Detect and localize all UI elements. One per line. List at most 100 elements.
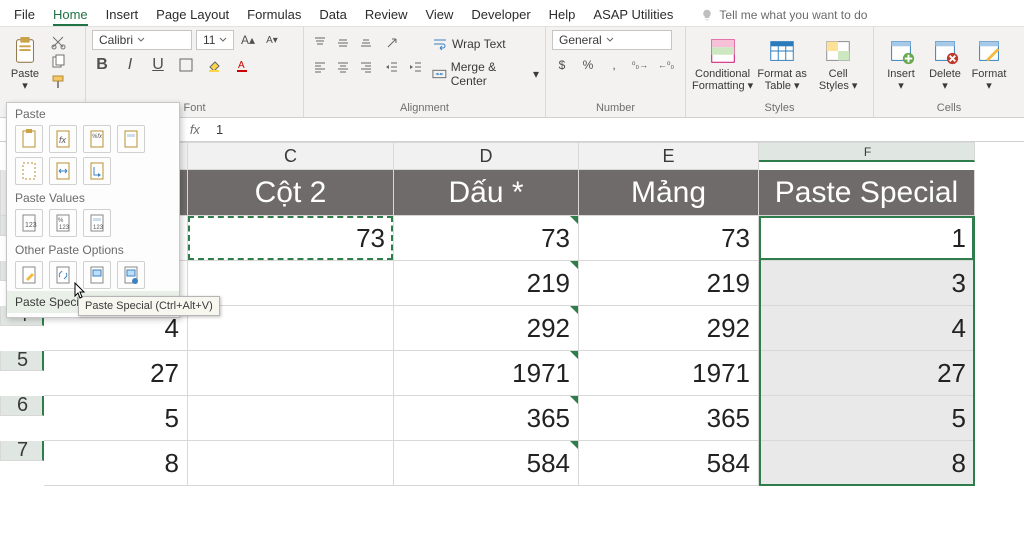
col-header-D[interactable]: D [394,142,579,170]
cell-F6[interactable]: 5 [759,396,975,441]
tab-page-layout[interactable]: Page Layout [156,4,229,26]
paste-transpose-icon[interactable] [83,157,111,185]
cell-D7[interactable]: 584 [394,441,579,486]
paste-values-number-icon[interactable]: %123 [49,209,77,237]
tab-developer[interactable]: Developer [471,4,530,26]
cell-C5[interactable] [188,351,394,396]
align-left-icon[interactable] [310,58,330,76]
col-header-F[interactable]: F [759,142,975,162]
merge-center-button[interactable]: Merge & Center ▾ [432,60,539,88]
row-header-6[interactable]: 6 [0,396,44,416]
row-header-5[interactable]: 5 [0,351,44,371]
tab-data[interactable]: Data [319,4,346,26]
cell-D1[interactable]: Dấu * [394,170,579,216]
row-header-7[interactable]: 7 [0,441,44,461]
cell-E6[interactable]: 365 [579,396,759,441]
paste-picture-icon[interactable] [83,261,111,289]
fill-color-icon[interactable] [204,56,224,74]
cell-F2[interactable]: 1 [759,216,975,261]
cell-B6[interactable]: 5 [44,396,188,441]
format-as-table-button[interactable]: Format asTable ▾ [755,30,809,92]
align-center-icon[interactable] [333,58,353,76]
paste-formulas-number-icon[interactable]: %fx [83,125,111,153]
accounting-format-icon[interactable]: $ [552,56,572,74]
tab-formulas[interactable]: Formulas [247,4,301,26]
increase-font-icon[interactable]: A▴ [238,31,258,49]
cell-B7[interactable]: 8 [44,441,188,486]
paste-all-icon[interactable] [15,125,43,153]
insert-cells-button[interactable]: Insert▾ [880,30,922,92]
tab-help[interactable]: Help [549,4,576,26]
paste-keep-source-icon[interactable] [117,125,145,153]
wrap-text-button[interactable]: Wrap Text [432,36,539,52]
cell-D2[interactable]: 73 [394,216,579,261]
underline-button[interactable]: U [148,56,168,74]
orientation-icon[interactable] [382,34,402,52]
decrease-indent-icon[interactable] [382,58,402,76]
format-cells-button[interactable]: Format▾ [968,30,1010,92]
cut-icon[interactable] [50,34,66,50]
percent-format-icon[interactable]: % [578,56,598,74]
paste-values-source-icon[interactable]: 123 [83,209,111,237]
paste-keep-widths-icon[interactable] [49,157,77,185]
paste-link-icon[interactable] [49,261,77,289]
paste-values-icon[interactable]: 123 [15,209,43,237]
paste-formatting-icon[interactable] [15,261,43,289]
bold-button[interactable]: B [92,56,112,74]
tab-insert[interactable]: Insert [106,4,139,26]
align-bottom-icon[interactable] [356,34,376,52]
cell-C2[interactable]: 73 [188,216,394,261]
cell-E5[interactable]: 1971 [579,351,759,396]
col-header-E[interactable]: E [579,142,759,170]
decrease-font-icon[interactable]: A▾ [262,31,282,49]
cell-C1[interactable]: Cột 2 [188,170,394,216]
paste-linked-picture-icon[interactable] [117,261,145,289]
tab-home[interactable]: Home [53,4,88,26]
cell-F7[interactable]: 8 [759,441,975,486]
paste-no-borders-icon[interactable] [15,157,43,185]
cell-E7[interactable]: 584 [579,441,759,486]
increase-decimal-icon[interactable]: ⁰₀→ [630,56,650,74]
tab-review[interactable]: Review [365,4,408,26]
formula-input[interactable]: 1 [210,122,229,137]
cell-F4[interactable]: 4 [759,306,975,351]
cell-D4[interactable]: 292 [394,306,579,351]
cell-B5[interactable]: 27 [44,351,188,396]
paste-button[interactable]: Paste▾ [6,30,44,92]
cell-C6[interactable] [188,396,394,441]
cell-E1[interactable]: Mảng [579,170,759,216]
delete-cells-button[interactable]: Delete▾ [924,30,966,92]
format-painter-icon[interactable] [50,74,66,90]
cell-E4[interactable]: 292 [579,306,759,351]
font-name-select[interactable]: Calibri [92,30,192,50]
tab-file[interactable]: File [14,4,35,26]
tell-me-search[interactable]: Tell me what you want to do [701,4,867,26]
cell-F5[interactable]: 27 [759,351,975,396]
borders-icon[interactable] [176,56,196,74]
conditional-formatting-button[interactable]: ConditionalFormatting ▾ [692,30,753,92]
col-header-C[interactable]: C [188,142,394,170]
cell-D5[interactable]: 1971 [394,351,579,396]
cell-D6[interactable]: 365 [394,396,579,441]
cell-styles-button[interactable]: CellStyles ▾ [811,30,865,92]
align-right-icon[interactable] [356,58,376,76]
number-format-select[interactable]: General [552,30,672,50]
cell-E3[interactable]: 219 [579,261,759,306]
comma-format-icon[interactable]: , [604,56,624,74]
cell-F1[interactable]: Paste Special [759,170,975,216]
cell-D3[interactable]: 219 [394,261,579,306]
font-color-icon[interactable]: A [232,56,252,74]
tab-asap-utilities[interactable]: ASAP Utilities [593,4,673,26]
align-top-icon[interactable] [310,34,330,52]
cell-F3[interactable]: 3 [759,261,975,306]
copy-icon[interactable] [50,54,66,70]
align-middle-icon[interactable] [333,34,353,52]
paste-formulas-icon[interactable]: fx [49,125,77,153]
font-size-select[interactable]: 11 [196,30,234,50]
decrease-decimal-icon[interactable]: ←⁰₀ [656,56,676,74]
cell-E2[interactable]: 73 [579,216,759,261]
fx-icon[interactable]: fx [190,122,200,138]
italic-button[interactable]: I [120,56,140,74]
increase-indent-icon[interactable] [406,58,426,76]
tab-view[interactable]: View [425,4,453,26]
